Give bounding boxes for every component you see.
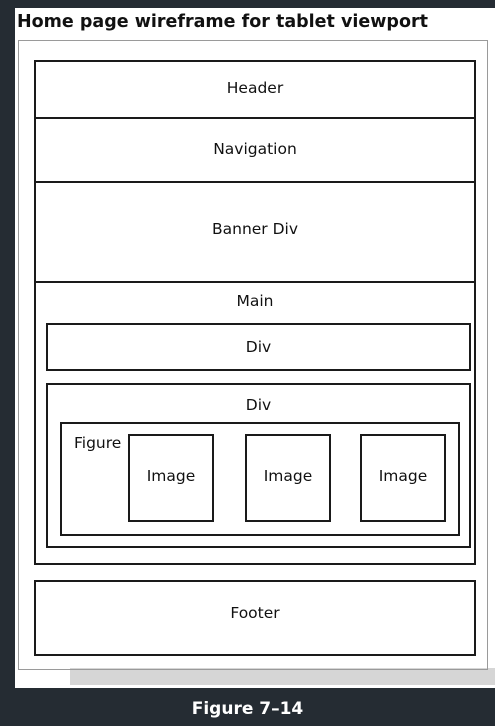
- banner-div-label: Banner Div: [211, 220, 299, 238]
- div-label-1: Div: [245, 338, 272, 356]
- figure-caption: Figure 7–14: [191, 699, 304, 719]
- image-label-1: Image: [146, 467, 196, 485]
- figure-label: Figure: [74, 434, 122, 452]
- footer-label: Footer: [230, 604, 280, 622]
- image-label-3: Image: [378, 467, 428, 485]
- card-shadow: [70, 668, 495, 685]
- main-label: Main: [236, 292, 274, 310]
- navigation-label: Navigation: [213, 140, 297, 158]
- div-label-2: Div: [245, 396, 272, 414]
- header-label: Header: [226, 79, 284, 97]
- diagram-title: Home page wireframe for tablet viewport: [17, 12, 428, 32]
- image-label-2: Image: [263, 467, 313, 485]
- header-divider: [34, 117, 476, 119]
- navigation-divider: [34, 181, 476, 183]
- banner-divider: [34, 281, 476, 283]
